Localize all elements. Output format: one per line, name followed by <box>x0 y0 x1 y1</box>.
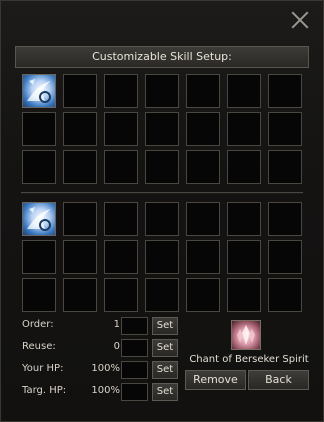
skill-slot[interactable] <box>104 202 138 236</box>
skill-slot[interactable] <box>186 278 220 312</box>
skill-slot[interactable] <box>22 150 56 184</box>
skill-slot[interactable] <box>145 150 179 184</box>
setting-value: 100% <box>91 363 120 374</box>
skill-slot[interactable] <box>63 240 97 274</box>
skill-slot[interactable] <box>145 74 179 108</box>
crystal-item-icon <box>231 320 261 350</box>
setting-label: Targ. HP: <box>22 385 67 396</box>
setting-value: 0 <box>113 341 120 352</box>
skill-slot[interactable] <box>104 74 138 108</box>
skill-slot[interactable] <box>145 202 179 236</box>
skill-slot[interactable] <box>186 202 220 236</box>
skill-slot[interactable] <box>63 112 97 146</box>
setting-label: Your HP: <box>22 363 64 374</box>
skill-slot[interactable] <box>104 112 138 146</box>
skill-slot[interactable] <box>186 150 220 184</box>
skill-slot[interactable] <box>227 150 261 184</box>
skill-slot[interactable] <box>268 112 302 146</box>
setting-row-your-hp: Your HP: 100% Set <box>22 361 182 381</box>
setting-value: 100% <box>91 385 120 396</box>
setting-row-order: Order: 1 Set <box>22 317 182 337</box>
skill-slot[interactable] <box>268 74 302 108</box>
skill-slot[interactable] <box>227 112 261 146</box>
set-your-hp-button[interactable]: Set <box>152 361 178 379</box>
skill-slot[interactable] <box>227 240 261 274</box>
skill-slot[interactable] <box>104 278 138 312</box>
skill-slot[interactable] <box>63 278 97 312</box>
skill-slot[interactable] <box>63 202 97 236</box>
setting-row-targ-hp: Targ. HP: 100% Set <box>22 383 182 403</box>
remove-button[interactable]: Remove <box>185 370 246 390</box>
skill-slot[interactable] <box>63 74 97 108</box>
skill-slot[interactable] <box>268 240 302 274</box>
your-hp-input[interactable] <box>121 361 148 379</box>
setting-row-reuse: Reuse: 0 Set <box>22 339 182 359</box>
window-title: Customizable Skill Setup: <box>15 46 309 68</box>
targ-hp-input[interactable] <box>121 383 148 401</box>
skill-slot[interactable] <box>227 278 261 312</box>
back-button[interactable]: Back <box>248 370 309 390</box>
skill-slot[interactable] <box>268 150 302 184</box>
selected-skill-name: Chant of Berseker Spirit <box>189 354 309 365</box>
skill-setup-window: Customizable Skill Setup: Order: 1 Set R… <box>0 0 324 422</box>
set-targ-hp-button[interactable]: Set <box>152 383 178 401</box>
skill-slot[interactable] <box>186 74 220 108</box>
spirit-skill-icon <box>27 207 51 231</box>
skill-slot[interactable] <box>227 202 261 236</box>
grid-divider <box>21 192 303 194</box>
skill-slot[interactable] <box>22 74 56 108</box>
setting-value: 1 <box>113 319 120 330</box>
setting-label: Reuse: <box>22 341 56 352</box>
skill-slot[interactable] <box>22 202 56 236</box>
skill-slot[interactable] <box>145 240 179 274</box>
skill-slot[interactable] <box>22 278 56 312</box>
skill-slot[interactable] <box>22 112 56 146</box>
skill-slot[interactable] <box>227 74 261 108</box>
bottom-skill-grid <box>22 202 302 312</box>
skill-slot[interactable] <box>186 112 220 146</box>
skill-slot[interactable] <box>145 112 179 146</box>
close-icon[interactable] <box>288 8 312 32</box>
skill-slot[interactable] <box>268 202 302 236</box>
setting-label: Order: <box>22 319 54 330</box>
skill-slot[interactable] <box>63 150 97 184</box>
skill-slot[interactable] <box>268 278 302 312</box>
skill-slot[interactable] <box>104 150 138 184</box>
set-reuse-button[interactable]: Set <box>152 339 178 357</box>
skill-slot[interactable] <box>22 240 56 274</box>
reuse-input[interactable] <box>121 339 148 357</box>
set-order-button[interactable]: Set <box>152 317 178 335</box>
skill-slot[interactable] <box>186 240 220 274</box>
spirit-skill-icon <box>27 79 51 103</box>
skill-slot[interactable] <box>104 240 138 274</box>
order-input[interactable] <box>121 317 148 335</box>
top-skill-grid <box>22 74 302 184</box>
skill-slot[interactable] <box>145 278 179 312</box>
